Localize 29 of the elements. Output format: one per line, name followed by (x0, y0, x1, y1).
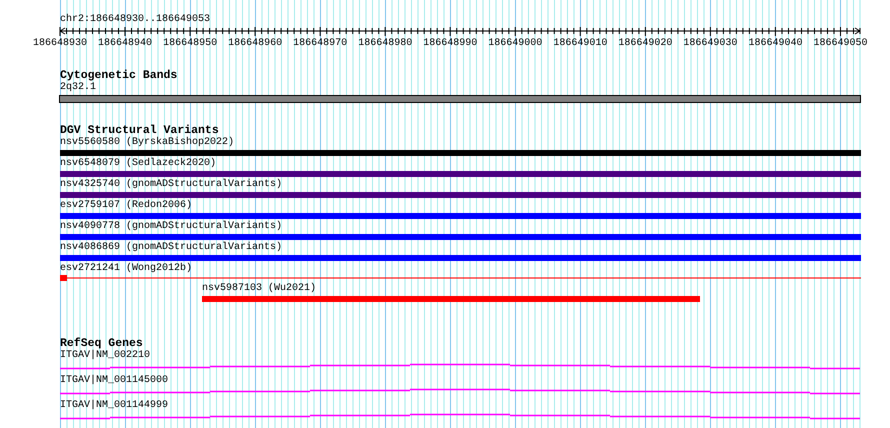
feature-label: ITGAV|NM_001144999 (60, 400, 170, 412)
tick-label: 186648960 (228, 38, 282, 49)
tick-label: 186649050 (813, 38, 868, 49)
tick-label: 186648950 (163, 38, 218, 49)
track-title: Cytogenetic Bands (60, 70, 178, 82)
tick-label: 186649020 (618, 38, 672, 49)
tick-label: 186648970 (293, 38, 348, 49)
feature-label: nsv5987103 (Wu2021) (202, 283, 318, 295)
feature-label: esv2721241 (Wong2012b) (60, 263, 194, 275)
feature-label: nsv4325740 (gnomADStructuralVariants) (60, 179, 284, 191)
feature-label: nsv4086869 (gnomADStructuralVariants) (60, 242, 284, 254)
feature-label: 2q32.1 (60, 82, 98, 94)
feature-label: ITGAV|NM_002210 (60, 350, 152, 362)
tick-label: 186648990 (423, 38, 478, 49)
tick-label: 186649010 (553, 38, 608, 49)
tick-label: 186648930 (33, 38, 87, 49)
feature-label: esv2759107 (Redon2006) (60, 200, 194, 212)
tick-label: 186649030 (683, 38, 738, 49)
feature-label: nsv6548079 (Sedlazeck2020) (60, 158, 218, 170)
tick-label: 186649000 (488, 38, 542, 49)
tick-label: 186648980 (358, 38, 412, 49)
track-title: DGV Structural Variants (60, 125, 219, 137)
tick-label: 186649040 (748, 38, 802, 49)
feature-label: nsv4090778 (gnomADStructuralVariants) (60, 221, 284, 233)
location-label: chr2:186648930..186649053 (60, 14, 212, 26)
track-title: RefSeq Genes (60, 338, 143, 350)
feature-label: ITGAV|NM_001145000 (60, 375, 170, 387)
feature-label: nsv5560580 (ByrskaBishop2022) (60, 137, 236, 149)
tick-label: 186648940 (98, 38, 152, 49)
